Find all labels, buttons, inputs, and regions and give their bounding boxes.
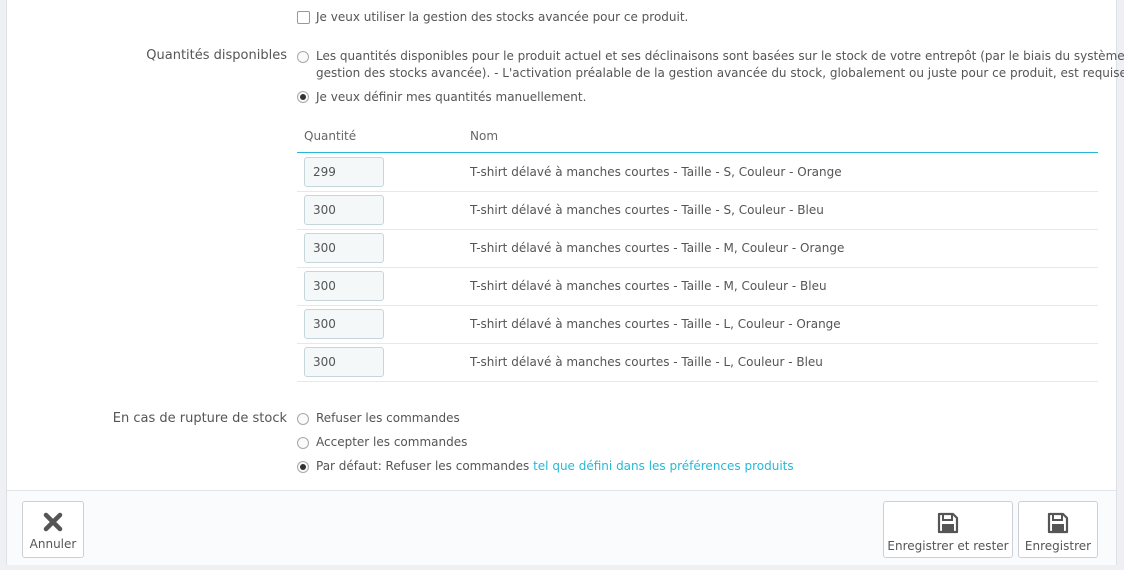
quantity-input[interactable]: 300 <box>304 195 384 225</box>
row-divider <box>297 381 1098 382</box>
row-divider <box>297 343 1098 344</box>
combination-name: T-shirt délavé à manches courtes - Taill… <box>470 165 842 179</box>
save-button-label: Enregistrer <box>1024 539 1092 553</box>
out-of-stock-accept-radio[interactable] <box>297 437 309 449</box>
quantities-advanced-text-line1: Les quantités disponibles pour le produi… <box>316 49 1124 63</box>
quantities-section-label: Quantités disponibles <box>146 48 287 63</box>
quantity-input[interactable]: 300 <box>304 271 384 301</box>
quantities-advanced-radio[interactable] <box>297 51 309 63</box>
row-divider <box>297 305 1098 306</box>
combination-name: T-shirt délavé à manches courtes - Taill… <box>470 355 823 369</box>
out-of-stock-default-text: Par défaut: Refuser les commandes <box>316 459 530 473</box>
cancel-button-label: Annuler <box>29 537 77 551</box>
panel-footer: Annuler Enregistrer et rester Enregistre… <box>7 490 1116 565</box>
column-header-name: Nom <box>470 129 499 143</box>
row-divider <box>297 229 1098 230</box>
out-of-stock-default-label: Par défaut: Refuser les commandes tel qu… <box>316 459 794 473</box>
quantity-input[interactable]: 300 <box>304 309 384 339</box>
save-and-stay-button[interactable]: Enregistrer et rester <box>883 501 1013 558</box>
advanced-stock-label: Je veux utiliser la gestion des stocks a… <box>316 10 689 24</box>
quantity-input[interactable]: 299 <box>304 157 384 187</box>
preferences-link[interactable]: tel que défini dans les préférences prod… <box>533 459 794 473</box>
save-icon <box>937 512 959 534</box>
out-of-stock-section-label: En cas de rupture de stock <box>112 411 287 426</box>
quantity-input[interactable]: 300 <box>304 347 384 377</box>
combination-name: T-shirt délavé à manches courtes - Taill… <box>470 279 827 293</box>
row-divider <box>297 267 1098 268</box>
cancel-button[interactable]: Annuler <box>22 501 84 558</box>
out-of-stock-refuse-radio[interactable] <box>297 413 309 425</box>
close-icon <box>43 512 63 532</box>
row-divider <box>297 191 1098 192</box>
quantity-input[interactable]: 300 <box>304 233 384 263</box>
table-header-divider <box>297 152 1098 153</box>
save-and-stay-label: Enregistrer et rester <box>887 539 1009 553</box>
quantities-manual-radio[interactable] <box>297 91 309 103</box>
column-header-quantity: Quantité <box>304 129 357 143</box>
advanced-stock-checkbox[interactable] <box>297 11 310 24</box>
out-of-stock-refuse-label: Refuser les commandes <box>316 411 460 425</box>
combination-name: T-shirt délavé à manches courtes - Taill… <box>470 241 845 255</box>
save-icon <box>1047 512 1069 534</box>
save-button[interactable]: Enregistrer <box>1018 501 1098 558</box>
out-of-stock-default-radio[interactable] <box>297 461 309 473</box>
out-of-stock-accept-label: Accepter les commandes <box>316 435 468 449</box>
quantities-manual-label: Je veux définir mes quantités manuelleme… <box>316 90 587 104</box>
combination-name: T-shirt délavé à manches courtes - Taill… <box>470 203 824 217</box>
quantities-advanced-text-line2: gestion des stocks avancée). - L'activat… <box>316 66 1124 80</box>
combination-name: T-shirt délavé à manches courtes - Taill… <box>470 317 841 331</box>
product-quantities-panel: Je veux utiliser la gestion des stocks a… <box>6 0 1124 565</box>
